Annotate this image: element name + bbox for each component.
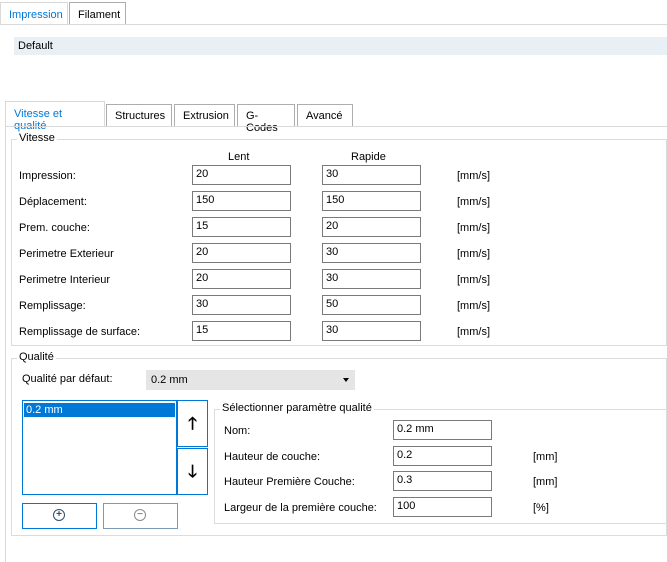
speed-unit: [mm/s] bbox=[457, 248, 490, 260]
arrow-down-icon: 🡓 bbox=[188, 462, 197, 481]
speed-unit: [mm/s] bbox=[457, 222, 490, 234]
default-quality-select[interactable]: 0.2 mm bbox=[146, 370, 355, 390]
speed-slow-input[interactable]: 15 bbox=[192, 217, 291, 237]
speed-label: Remplissage de surface: bbox=[19, 326, 141, 338]
first-layer-width-input[interactable]: 100 bbox=[393, 497, 492, 517]
tab-avance[interactable]: Avancé bbox=[297, 104, 353, 126]
name-input[interactable]: 0.2 mm bbox=[393, 420, 492, 440]
speed-fast-input[interactable]: 20 bbox=[322, 217, 421, 237]
tab-gcodes[interactable]: G-Codes bbox=[237, 104, 295, 134]
default-quality-label: Qualité par défaut: bbox=[22, 373, 113, 385]
remove-circle-icon: − bbox=[134, 509, 146, 521]
tab-divider bbox=[0, 24, 667, 25]
speed-label: Perimetre Interieur bbox=[19, 274, 111, 286]
speed-unit: [mm/s] bbox=[457, 326, 490, 338]
layer-height-input[interactable]: 0.2 bbox=[393, 446, 492, 466]
tab-vitesse-qualite[interactable]: Vitesse et qualité bbox=[5, 101, 105, 132]
speed-unit: [mm/s] bbox=[457, 274, 490, 286]
profile-selector[interactable]: Default bbox=[14, 37, 667, 55]
profile-name: Default bbox=[18, 40, 53, 52]
column-lent: Lent bbox=[228, 151, 250, 163]
first-layer-height-input[interactable]: 0.3 bbox=[393, 471, 492, 491]
speed-fast-input[interactable]: 150 bbox=[322, 191, 421, 211]
tab-filament[interactable]: Filament bbox=[69, 2, 126, 24]
qualite-title: Qualité bbox=[17, 351, 56, 363]
param-label: Hauteur Première Couche: bbox=[224, 476, 355, 488]
speed-label: Déplacement: bbox=[19, 196, 87, 208]
speed-label: Perimetre Exterieur bbox=[19, 248, 114, 260]
quality-params-title: Sélectionner paramètre qualité bbox=[220, 402, 374, 414]
tab-impression[interactable]: Impression bbox=[0, 2, 68, 24]
speed-unit: [mm/s] bbox=[457, 196, 490, 208]
speed-unit: [mm/s] bbox=[457, 170, 490, 182]
add-quality-button[interactable]: + bbox=[22, 503, 97, 529]
param-label: Largeur de la première couche: bbox=[224, 502, 377, 514]
default-quality-value: 0.2 mm bbox=[151, 374, 188, 386]
speed-slow-input[interactable]: 150 bbox=[192, 191, 291, 211]
speed-slow-input[interactable]: 15 bbox=[192, 321, 291, 341]
param-label: Nom: bbox=[224, 425, 251, 437]
speed-label: Impression: bbox=[19, 170, 76, 182]
move-down-button[interactable]: 🡓 bbox=[177, 448, 208, 495]
remove-quality-button[interactable]: − bbox=[103, 503, 178, 529]
speed-label: Remplissage: bbox=[19, 300, 86, 312]
vitesse-title: Vitesse bbox=[17, 132, 57, 144]
tab-extrusion[interactable]: Extrusion bbox=[174, 104, 235, 126]
move-up-button[interactable]: 🡑 bbox=[177, 400, 208, 447]
dropdown-arrow-icon bbox=[343, 378, 349, 382]
speed-slow-input[interactable]: 30 bbox=[192, 295, 291, 315]
param-unit: [mm] bbox=[533, 476, 558, 488]
speed-fast-input[interactable]: 30 bbox=[322, 321, 421, 341]
param-label: Hauteur de couche: bbox=[224, 451, 321, 463]
speed-unit: [mm/s] bbox=[457, 300, 490, 312]
list-item[interactable]: 0.2 mm bbox=[24, 403, 175, 417]
param-unit: [mm] bbox=[533, 451, 558, 463]
speed-fast-input[interactable]: 30 bbox=[322, 269, 421, 289]
speed-slow-input[interactable]: 20 bbox=[192, 165, 291, 185]
speed-fast-input[interactable]: 30 bbox=[322, 243, 421, 263]
speed-fast-input[interactable]: 50 bbox=[322, 295, 421, 315]
speed-label: Prem. couche: bbox=[19, 222, 90, 234]
arrow-up-icon: 🡑 bbox=[188, 414, 197, 433]
speed-slow-input[interactable]: 20 bbox=[192, 269, 291, 289]
add-circle-icon: + bbox=[53, 509, 65, 521]
tab-structures[interactable]: Structures bbox=[106, 104, 172, 126]
speed-slow-input[interactable]: 20 bbox=[192, 243, 291, 263]
param-unit: [%] bbox=[533, 502, 549, 514]
quality-list[interactable]: 0.2 mm bbox=[22, 400, 177, 495]
column-rapide: Rapide bbox=[351, 151, 386, 163]
speed-fast-input[interactable]: 30 bbox=[322, 165, 421, 185]
